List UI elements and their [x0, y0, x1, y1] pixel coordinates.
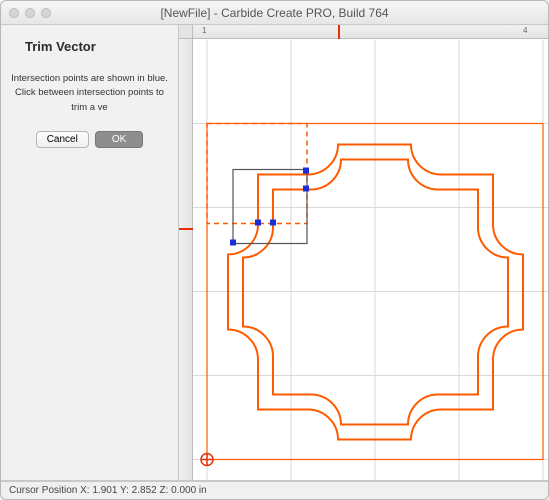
- ok-button[interactable]: OK: [95, 131, 143, 148]
- panel-buttons: Cancel OK: [36, 131, 144, 148]
- close-icon[interactable]: [9, 8, 19, 18]
- panel-help-line2: Click between intersection points to tri…: [9, 86, 170, 115]
- content-area: Trim Vector Intersection points are show…: [1, 25, 548, 481]
- window-controls: [9, 8, 51, 18]
- panel-help-line1: Intersection points are shown in blue.: [11, 72, 168, 86]
- ruler-h-marker: [333, 25, 345, 39]
- intersection-points: [230, 168, 309, 246]
- canvas-area[interactable]: 1 4: [179, 25, 548, 480]
- minimize-icon[interactable]: [25, 8, 35, 18]
- titlebar: [NewFile] - Carbide Create PRO, Build 76…: [1, 1, 548, 25]
- ruler-vertical: [179, 39, 193, 480]
- ruler-h-tick: 1: [202, 26, 206, 35]
- origin-marker: [201, 454, 213, 466]
- ruler-horizontal: 1 4: [193, 25, 548, 39]
- selection-rectangle[interactable]: [233, 170, 307, 244]
- canvas[interactable]: [193, 39, 548, 480]
- app-window: [NewFile] - Carbide Create PRO, Build 76…: [0, 0, 549, 500]
- ruler-corner: [179, 25, 193, 39]
- panel-title: Trim Vector: [25, 39, 96, 54]
- cancel-button[interactable]: Cancel: [36, 131, 89, 148]
- status-bar: Cursor Position X: 1.901 Y: 2.852 Z: 0.0…: [1, 481, 548, 499]
- canvas-svg[interactable]: [193, 39, 548, 480]
- ruler-h-tick: 4: [523, 26, 527, 35]
- window-title: [NewFile] - Carbide Create PRO, Build 76…: [1, 6, 548, 20]
- cursor-position: Cursor Position X: 1.901 Y: 2.852 Z: 0.0…: [9, 485, 207, 496]
- ruler-v-marker: [179, 223, 193, 235]
- grid: [193, 40, 548, 480]
- zoom-icon[interactable]: [41, 8, 51, 18]
- side-panel: Trim Vector Intersection points are show…: [1, 25, 179, 480]
